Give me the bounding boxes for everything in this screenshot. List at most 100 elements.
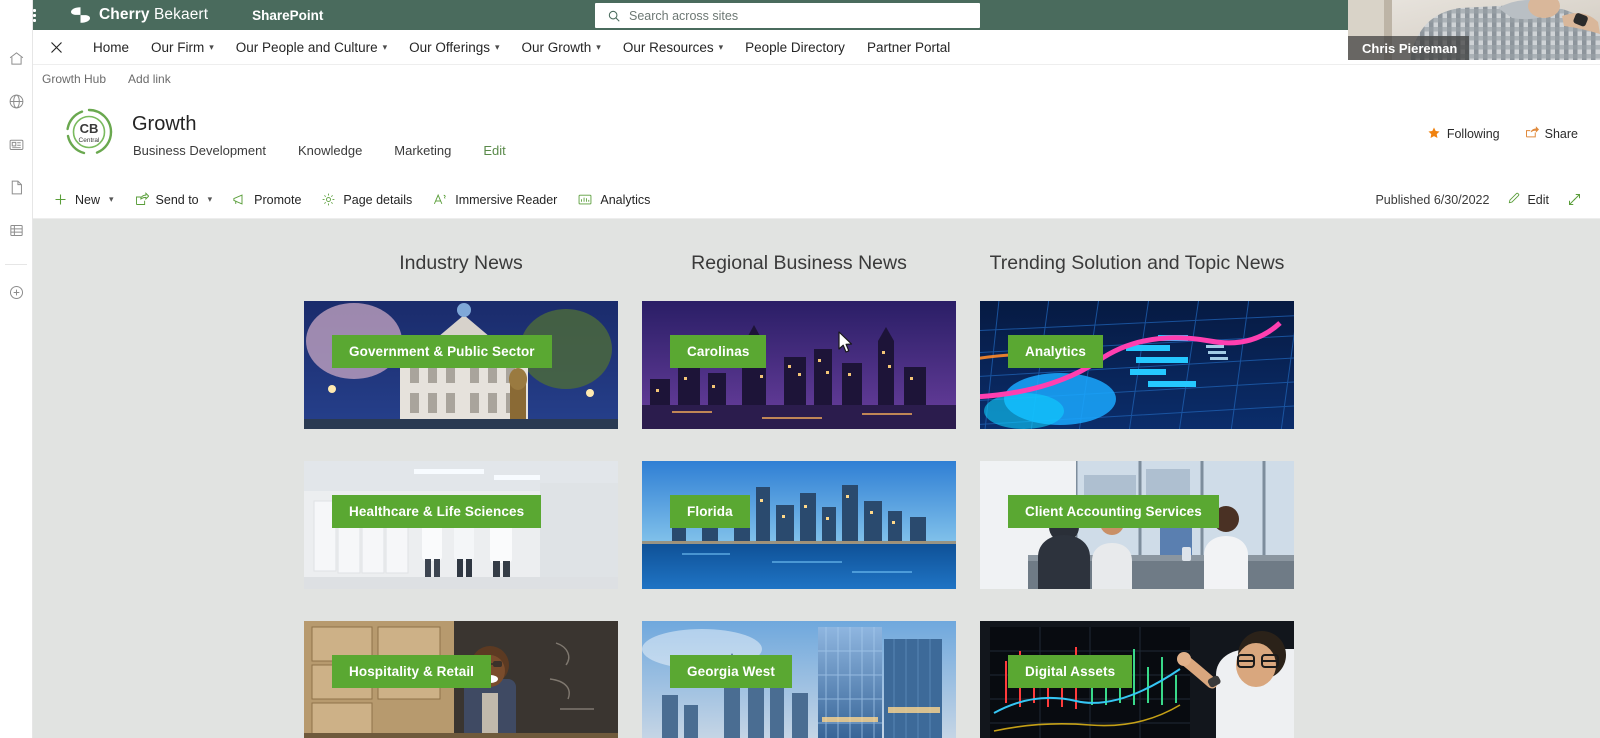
left-app-rail [0, 0, 33, 738]
command-bar-items: New ▾ Send to ▾ Promote Page details Immersive… [33, 192, 650, 207]
nav-item-label: Home [93, 39, 130, 55]
hub-link-growth-hub[interactable]: Growth Hub [42, 72, 106, 86]
search-input[interactable] [629, 8, 959, 23]
news-tile[interactable]: Carolinas [642, 301, 956, 429]
column-heading: Trending Solution and Topic News [989, 252, 1285, 274]
nav-item-label: People Directory [745, 39, 845, 55]
nav-item-label: Our Growth [521, 39, 592, 55]
tile-label-chip[interactable]: Healthcare & Life Sciences [332, 495, 542, 528]
share-button[interactable]: Share [1524, 125, 1578, 143]
following-button[interactable]: Following [1427, 126, 1500, 143]
tile-label-chip[interactable]: Digital Assets [1008, 655, 1133, 688]
nav-item-our-growth[interactable]: Our Growth ▾ [522, 40, 601, 55]
tile-label-chip[interactable]: Carolinas [670, 335, 767, 368]
news-tile[interactable]: Healthcare & Life Sciences [304, 461, 618, 589]
create-icon[interactable] [2, 278, 30, 306]
search-icon [607, 9, 621, 23]
rail-divider [5, 264, 27, 265]
brand-light: Bekaert [149, 6, 209, 23]
tile-label-chip[interactable]: Analytics [1008, 335, 1103, 368]
suite-app-name[interactable]: SharePoint [252, 8, 323, 23]
news-tile[interactable]: Client Accounting Services [980, 461, 1294, 589]
following-label: Following [1446, 127, 1500, 141]
command-analytics[interactable]: Analytics [577, 192, 650, 207]
star-icon [1427, 126, 1441, 143]
share-label: Share [1544, 127, 1578, 141]
chevron-down-icon: ▾ [209, 41, 214, 52]
brand-text: Cherry Bekaert [99, 6, 208, 24]
nav-item-our-firm[interactable]: Our Firm ▾ [151, 40, 214, 55]
send-icon [134, 192, 149, 207]
news-icon[interactable] [2, 130, 30, 158]
site-logo-subtext: Central [79, 137, 101, 144]
document-icon[interactable] [2, 173, 30, 201]
command-label: Analytics [600, 192, 651, 207]
chevron-down-icon: ▾ [494, 41, 500, 52]
news-tile[interactable]: Government & Public Sector [304, 301, 618, 429]
site-header-actions: Following Share [1427, 125, 1578, 143]
search-box[interactable] [595, 3, 980, 28]
command-label: Promote [254, 192, 302, 207]
nav-item-our-people-and-culture[interactable]: Our People and Culture ▾ [236, 40, 387, 55]
nav-item-partner-portal[interactable]: Partner Portal [867, 40, 950, 55]
site-tab-knowledge[interactable]: Knowledge [298, 143, 362, 158]
news-tile[interactable]: Analytics [980, 301, 1294, 429]
expand-icon[interactable] [1567, 192, 1582, 207]
tile-label-chip[interactable]: Hospitality & Retail [332, 655, 492, 688]
column-heading: Industry News [399, 252, 523, 274]
command-send-to[interactable]: Send to ▾ [134, 192, 213, 207]
share-icon [1524, 125, 1539, 143]
news-tile[interactable]: Florida [642, 461, 956, 589]
tile-label-chip[interactable]: Florida [670, 495, 750, 528]
chevron-down-icon: ▾ [382, 41, 388, 52]
command-bar-right: Published 6/30/2022 Edit [1375, 191, 1582, 208]
site-tab-marketing[interactable]: Marketing [394, 143, 451, 158]
site-tab-business-development[interactable]: Business Development [133, 143, 266, 158]
immersive-reader-icon [432, 192, 448, 207]
nav-item-home[interactable]: Home [93, 40, 129, 55]
nav-item-label: Partner Portal [866, 39, 951, 55]
brand-bold: Cherry [99, 6, 150, 23]
pencil-icon [1507, 191, 1521, 208]
video-participant-name: Chris Piereman [1348, 36, 1470, 60]
command-label: Immersive Reader [455, 192, 558, 207]
command-immersive-reader[interactable]: Immersive Reader [432, 192, 557, 207]
news-tile[interactable]: Hospitality & Retail [304, 621, 618, 738]
nav-item-our-offerings[interactable]: Our Offerings ▾ [409, 40, 499, 55]
news-tile[interactable]: Digital Assets [980, 621, 1294, 738]
news-column: Trending Solution and Topic News Analytic… [980, 219, 1294, 738]
news-columns: Industry News Government & Public Sector H… [304, 219, 1329, 738]
nav-item-people-directory[interactable]: People Directory [745, 40, 845, 55]
nav-item-our-resources[interactable]: Our Resources ▾ [623, 40, 723, 55]
hub-nav-items: Growth Hub Add link [33, 72, 171, 86]
command-label: New [75, 192, 101, 207]
column-heading: Regional Business News [691, 252, 907, 274]
list-icon[interactable] [2, 216, 30, 244]
command-new[interactable]: New ▾ [53, 192, 114, 207]
cherry-bekaert-logo[interactable]: Cherry Bekaert [69, 5, 208, 25]
home-icon[interactable] [2, 44, 30, 72]
edit-page-button[interactable]: Edit [1507, 191, 1549, 208]
news-tile[interactable]: Georgia West [642, 621, 956, 738]
tile-label-chip[interactable]: Government & Public Sector [332, 335, 552, 368]
close-icon[interactable] [41, 32, 71, 62]
nav-item-label: Our Resources [622, 39, 714, 55]
plus-icon [53, 192, 68, 207]
hub-link-add-link[interactable]: Add link [128, 72, 171, 86]
video-call-overlay[interactable]: Chris Piereman [1348, 0, 1600, 60]
cb-logo-mark [71, 7, 90, 23]
command-label: Send to [155, 192, 199, 207]
site-tab-edit[interactable]: Edit [483, 143, 505, 158]
chevron-down-icon: ▾ [207, 194, 213, 204]
site-nav-tabs: Business Development Knowledge Marketing Ed… [133, 143, 538, 158]
globe-icon[interactable] [2, 87, 30, 115]
site-logo: CB Central [64, 107, 114, 157]
page-title: Growth [132, 113, 197, 135]
edit-label: Edit [1527, 192, 1549, 207]
command-page-details[interactable]: Page details [321, 192, 412, 207]
promote-icon [232, 192, 247, 207]
tile-label-chip[interactable]: Georgia West [670, 655, 792, 688]
news-column: Industry News Government & Public Sector H… [304, 219, 618, 738]
tile-label-chip[interactable]: Client Accounting Services [1008, 495, 1219, 528]
command-promote[interactable]: Promote [232, 192, 301, 207]
